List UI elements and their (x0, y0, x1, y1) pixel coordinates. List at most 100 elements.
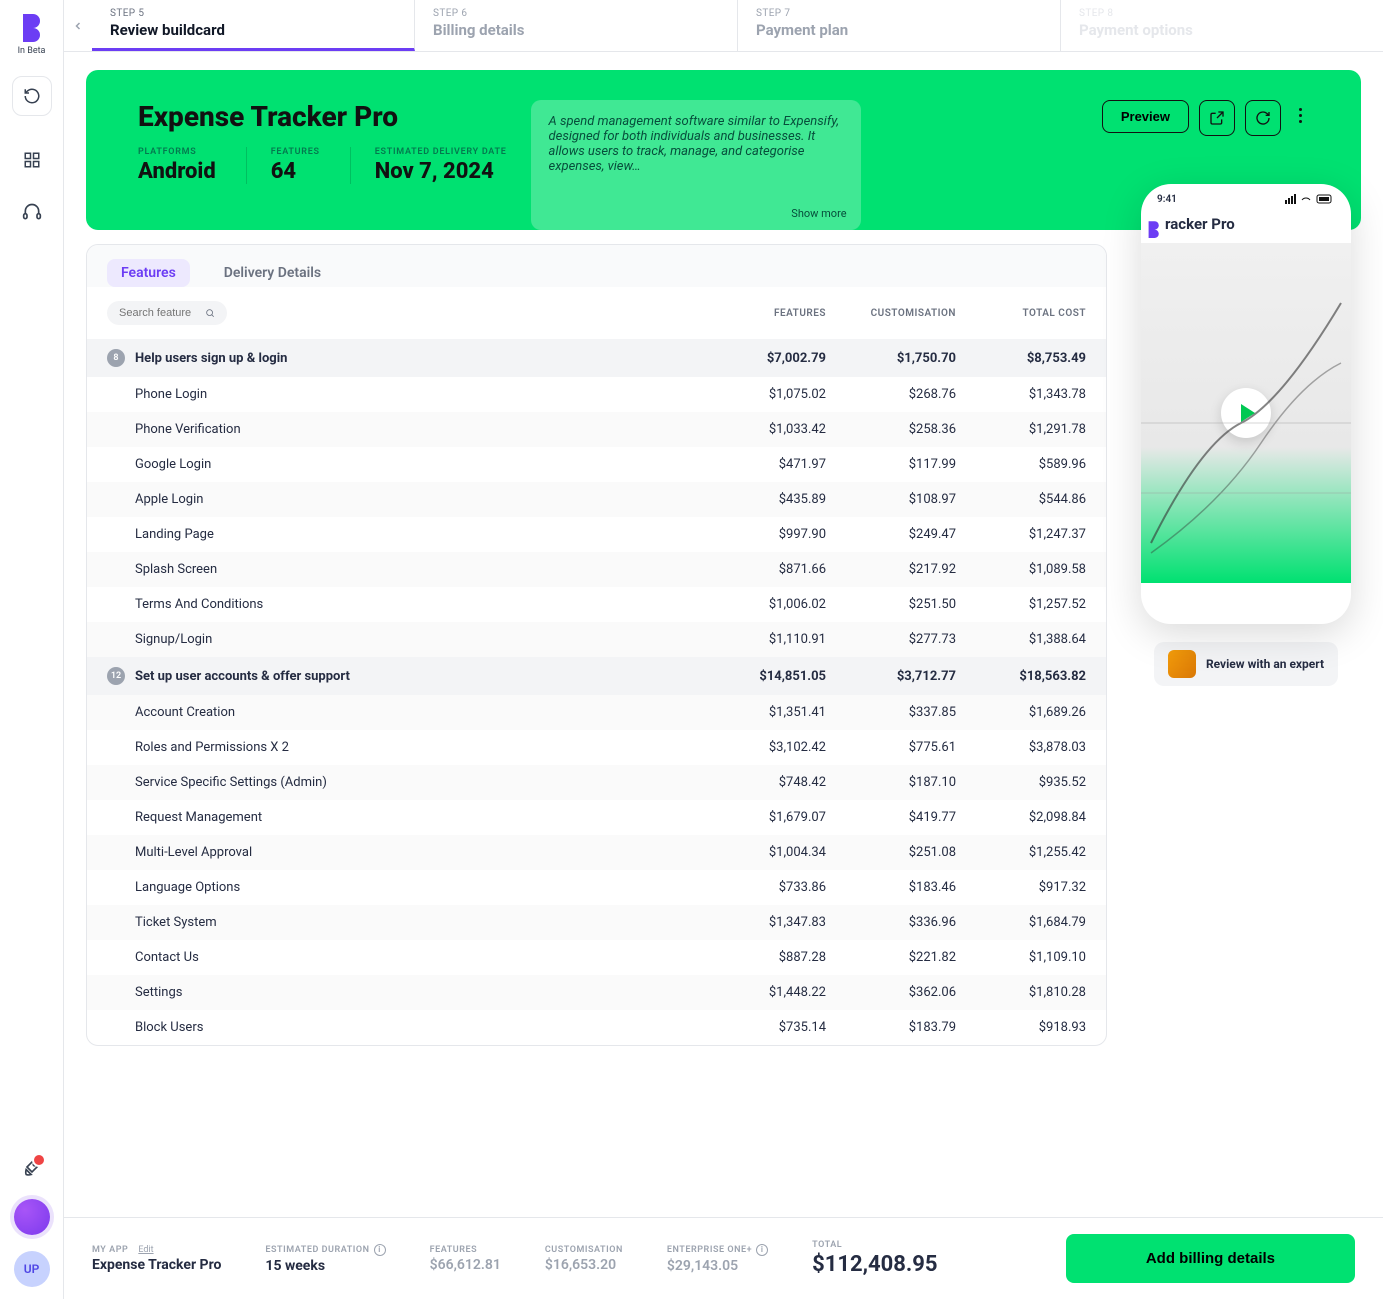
app-description: A spend management software similar to E… (531, 100, 861, 230)
feature-row[interactable]: Signup/Login$1,110.91$277.73$1,388.64 (87, 622, 1106, 657)
col-header-customisation: CUSTOMISATION (826, 308, 956, 319)
feature-features-cost: $733.86 (696, 880, 826, 895)
feature-row[interactable]: Language Options$733.86$183.46$917.32 (87, 870, 1106, 905)
feature-total-cost: $589.96 (956, 457, 1086, 472)
chart-sketch-icon (1141, 243, 1351, 583)
preview-button[interactable]: Preview (1102, 100, 1189, 133)
feature-total-cost: $1,810.28 (956, 985, 1086, 1000)
group-total-cost: $18,563.82 (956, 669, 1086, 684)
feature-custom-cost: $268.76 (826, 387, 956, 402)
search-input-field[interactable] (119, 307, 199, 319)
info-icon[interactable]: i (756, 1244, 768, 1256)
feature-name: Signup/Login (135, 632, 696, 647)
headset-support-icon[interactable] (12, 192, 52, 232)
feature-name: Multi-Level Approval (135, 845, 696, 860)
feature-name: Ticket System (135, 915, 696, 930)
feature-row[interactable]: Account Creation$1,351.41$337.85$1,689.2… (87, 695, 1106, 730)
step-6-number: STEP 6 (433, 8, 719, 19)
feature-total-cost: $935.52 (956, 775, 1086, 790)
feature-row[interactable]: Settings$1,448.22$362.06$1,810.28 (87, 975, 1106, 1010)
feature-custom-cost: $249.47 (826, 527, 956, 542)
feature-row[interactable]: Apple Login$435.89$108.97$544.86 (87, 482, 1106, 517)
undo-button[interactable] (12, 76, 52, 116)
footer-custom-value: $16,653.20 (545, 1257, 623, 1273)
feature-name: Phone Verification (135, 422, 696, 437)
feature-features-cost: $748.42 (696, 775, 826, 790)
feature-total-cost: $918.93 (956, 1020, 1086, 1035)
feature-features-cost: $1,448.22 (696, 985, 826, 1000)
refresh-button[interactable] (1245, 100, 1281, 136)
feature-row[interactable]: Block Users$735.14$183.79$918.93 (87, 1010, 1106, 1045)
footer-enterprise-label: ENTERPRISE ONE+ (667, 1245, 752, 1255)
feature-custom-cost: $183.79 (826, 1020, 956, 1035)
group-total-cost: $8,753.49 (956, 351, 1086, 366)
group-count-badge: 12 (107, 667, 125, 685)
info-icon[interactable]: i (374, 1244, 386, 1256)
feature-features-cost: $1,075.02 (696, 387, 826, 402)
feature-row[interactable]: Ticket System$1,347.83$336.96$1,684.79 (87, 905, 1106, 940)
feature-row[interactable]: Phone Verification$1,033.42$258.36$1,291… (87, 412, 1106, 447)
feature-features-cost: $435.89 (696, 492, 826, 507)
phone-mockup: 9:41 racker Pro (1141, 184, 1351, 624)
step-5-number: STEP 5 (110, 8, 396, 19)
step-7[interactable]: STEP 7 Payment plan (738, 0, 1061, 51)
feature-total-cost: $544.86 (956, 492, 1086, 507)
group-count-badge: 8 (107, 349, 125, 367)
feature-custom-cost: $337.85 (826, 705, 956, 720)
footer-duration-value: 15 weeks (265, 1258, 385, 1274)
show-more-link[interactable]: Show more (791, 207, 846, 220)
feature-row[interactable]: Landing Page$997.90$249.47$1,247.37 (87, 517, 1106, 552)
add-billing-details-button[interactable]: Add billing details (1066, 1234, 1355, 1283)
feature-total-cost: $3,878.03 (956, 740, 1086, 755)
rocket-launch-icon[interactable] (12, 1147, 52, 1187)
apps-grid-icon[interactable] (12, 140, 52, 180)
feature-group-row[interactable]: 8Help users sign up & login$7,002.79$1,7… (87, 339, 1106, 377)
feature-row[interactable]: Contact Us$887.28$221.82$1,109.10 (87, 940, 1106, 975)
tab-delivery-details[interactable]: Delivery Details (210, 259, 335, 287)
share-button[interactable] (1199, 100, 1235, 136)
feature-row[interactable]: Terms And Conditions$1,006.02$251.50$1,2… (87, 587, 1106, 622)
step-7-title: Payment plan (756, 21, 1042, 39)
feature-custom-cost: $251.08 (826, 845, 956, 860)
feature-row[interactable]: Splash Screen$871.66$217.92$1,089.58 (87, 552, 1106, 587)
step-6[interactable]: STEP 6 Billing details (415, 0, 738, 51)
features-count-label: FEATURES (271, 147, 320, 157)
feature-group-row[interactable]: 12 Set up user accounts & offer support $1… (87, 657, 1106, 695)
feature-row[interactable]: Service Specific Settings (Admin)$748.42… (87, 765, 1106, 800)
search-icon (205, 307, 215, 319)
feature-total-cost: $1,343.78 (956, 387, 1086, 402)
step-8: STEP 8 Payment options (1061, 0, 1383, 51)
feature-name: Settings (135, 985, 696, 1000)
user-avatar[interactable]: UP (14, 1251, 50, 1287)
group-name: Set up user accounts & offer support (135, 669, 696, 684)
col-header-total: TOTAL COST (956, 308, 1086, 319)
feature-features-cost: $1,110.91 (696, 632, 826, 647)
summary-footer: MY APP Edit Expense Tracker Pro ESTIMATE… (64, 1217, 1383, 1299)
beta-label: In Beta (18, 46, 46, 56)
expert-label: Review with an expert (1206, 657, 1324, 671)
feature-row[interactable]: Roles and Permissions X 2$3,102.42$775.6… (87, 730, 1106, 765)
search-feature-input[interactable] (107, 301, 227, 325)
stepper: STEP 5 Review buildcard STEP 6 Billing d… (64, 0, 1383, 52)
feature-row[interactable]: Request Management$1,679.07$419.77$2,098… (87, 800, 1106, 835)
preview-aside: 9:41 racker Pro (1131, 184, 1361, 1046)
platforms-value: Android (138, 159, 216, 184)
tab-features[interactable]: Features (107, 259, 190, 287)
edit-app-link[interactable]: Edit (138, 1245, 153, 1255)
review-with-expert-button[interactable]: Review with an expert (1154, 642, 1338, 686)
step-5[interactable]: STEP 5 Review buildcard (92, 0, 415, 51)
feature-total-cost: $1,291.78 (956, 422, 1086, 437)
features-table[interactable]: FEATURES CUSTOMISATION TOTAL COST 8Help … (87, 287, 1106, 1045)
feature-custom-cost: $217.92 (826, 562, 956, 577)
feature-name: Phone Login (135, 387, 696, 402)
more-options-button[interactable] (1291, 100, 1309, 131)
feature-total-cost: $1,247.37 (956, 527, 1086, 542)
phone-preview-graphic (1141, 243, 1351, 583)
feature-row[interactable]: Multi-Level Approval$1,004.34$251.08$1,2… (87, 835, 1106, 870)
group-name: Help users sign up & login (135, 351, 696, 366)
feature-row[interactable]: Google Login$471.97$117.99$589.96 (87, 447, 1106, 482)
assistant-orb-button[interactable] (14, 1199, 50, 1235)
feature-custom-cost: $117.99 (826, 457, 956, 472)
feature-row[interactable]: Phone Login$1,075.02$268.76$1,343.78 (87, 377, 1106, 412)
step-back-button[interactable] (64, 0, 92, 51)
